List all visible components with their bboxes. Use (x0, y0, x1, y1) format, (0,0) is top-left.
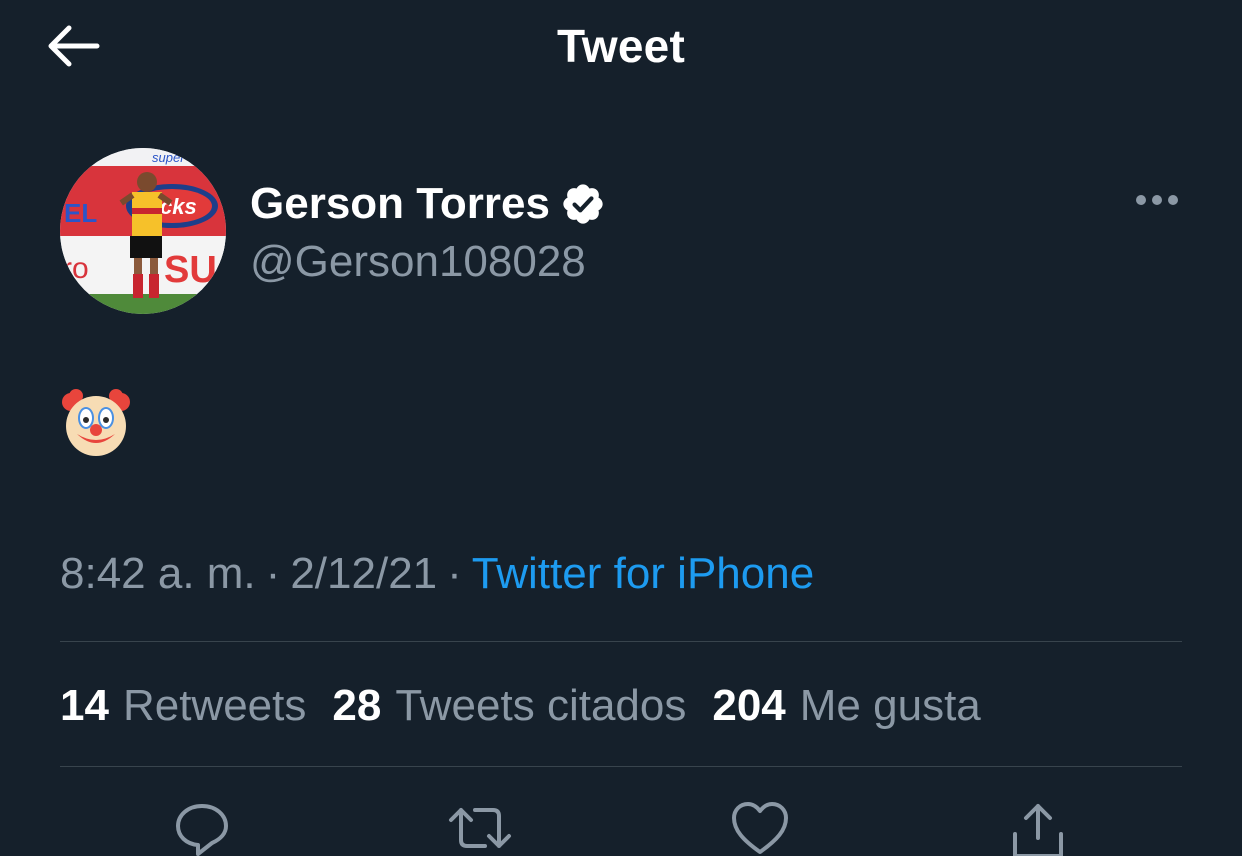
reply-button[interactable] (164, 798, 240, 856)
engagement-stats: 14 Retweets 28 Tweets citados 204 Me gus… (60, 676, 1007, 736)
tweet-text (60, 388, 136, 460)
svg-text:SU: SU (164, 249, 217, 291)
share-button[interactable] (1000, 798, 1076, 856)
ellipsis-icon (1136, 195, 1178, 205)
retweet-icon (449, 808, 511, 848)
stat-label: Retweets (122, 681, 307, 730)
more-options-button[interactable] (1124, 180, 1190, 220)
retweet-button[interactable] (442, 798, 518, 856)
stat-label: Tweets citados (395, 681, 687, 730)
top-bar: Tweet (0, 0, 1242, 96)
tweet-date: 2/12/21 (290, 549, 438, 598)
soccer-player-photo: super cks EL ro SU (60, 148, 226, 314)
author-handle[interactable]: @Gerson108028 (250, 234, 586, 290)
reply-icon (176, 804, 228, 856)
like-button[interactable] (722, 798, 798, 856)
svg-text:ro: ro (62, 252, 89, 285)
stat-label: Me gusta (799, 681, 981, 730)
stat-count: 28 (332, 681, 382, 730)
verified-badge-icon (560, 181, 606, 227)
display-name: Gerson Torres (250, 179, 550, 228)
likes-stat[interactable]: 204 Me gusta (712, 681, 980, 731)
meta-separator: · (447, 549, 462, 598)
avatar[interactable]: super cks EL ro SU (60, 148, 226, 314)
tweet-detail-screen: Tweet super cks EL ro SU Gerson Torres @… (0, 0, 1242, 856)
author-name-row[interactable]: Gerson Torres (250, 176, 606, 232)
stat-count: 14 (60, 681, 109, 730)
page-title: Tweet (557, 20, 685, 72)
tweet-meta: 8:42 a. m. · 2/12/21 · Twitter for iPhone (60, 544, 814, 604)
tweet-action-bar (0, 790, 1242, 856)
svg-text:EL: EL (64, 198, 97, 228)
like-heart-icon (732, 802, 788, 854)
share-icon (1013, 804, 1063, 856)
quote-tweets-stat[interactable]: 28 Tweets citados (332, 681, 686, 731)
retweets-stat[interactable]: 14 Retweets (60, 681, 306, 731)
divider (60, 641, 1182, 642)
tweet-source-link[interactable]: Twitter for iPhone (472, 549, 814, 598)
stat-count: 204 (712, 681, 786, 730)
divider (60, 766, 1182, 767)
svg-text:super: super (152, 150, 185, 165)
meta-separator: · (265, 549, 281, 598)
clown-face-emoji (62, 389, 130, 456)
tweet-time: 8:42 a. m. (60, 549, 256, 598)
